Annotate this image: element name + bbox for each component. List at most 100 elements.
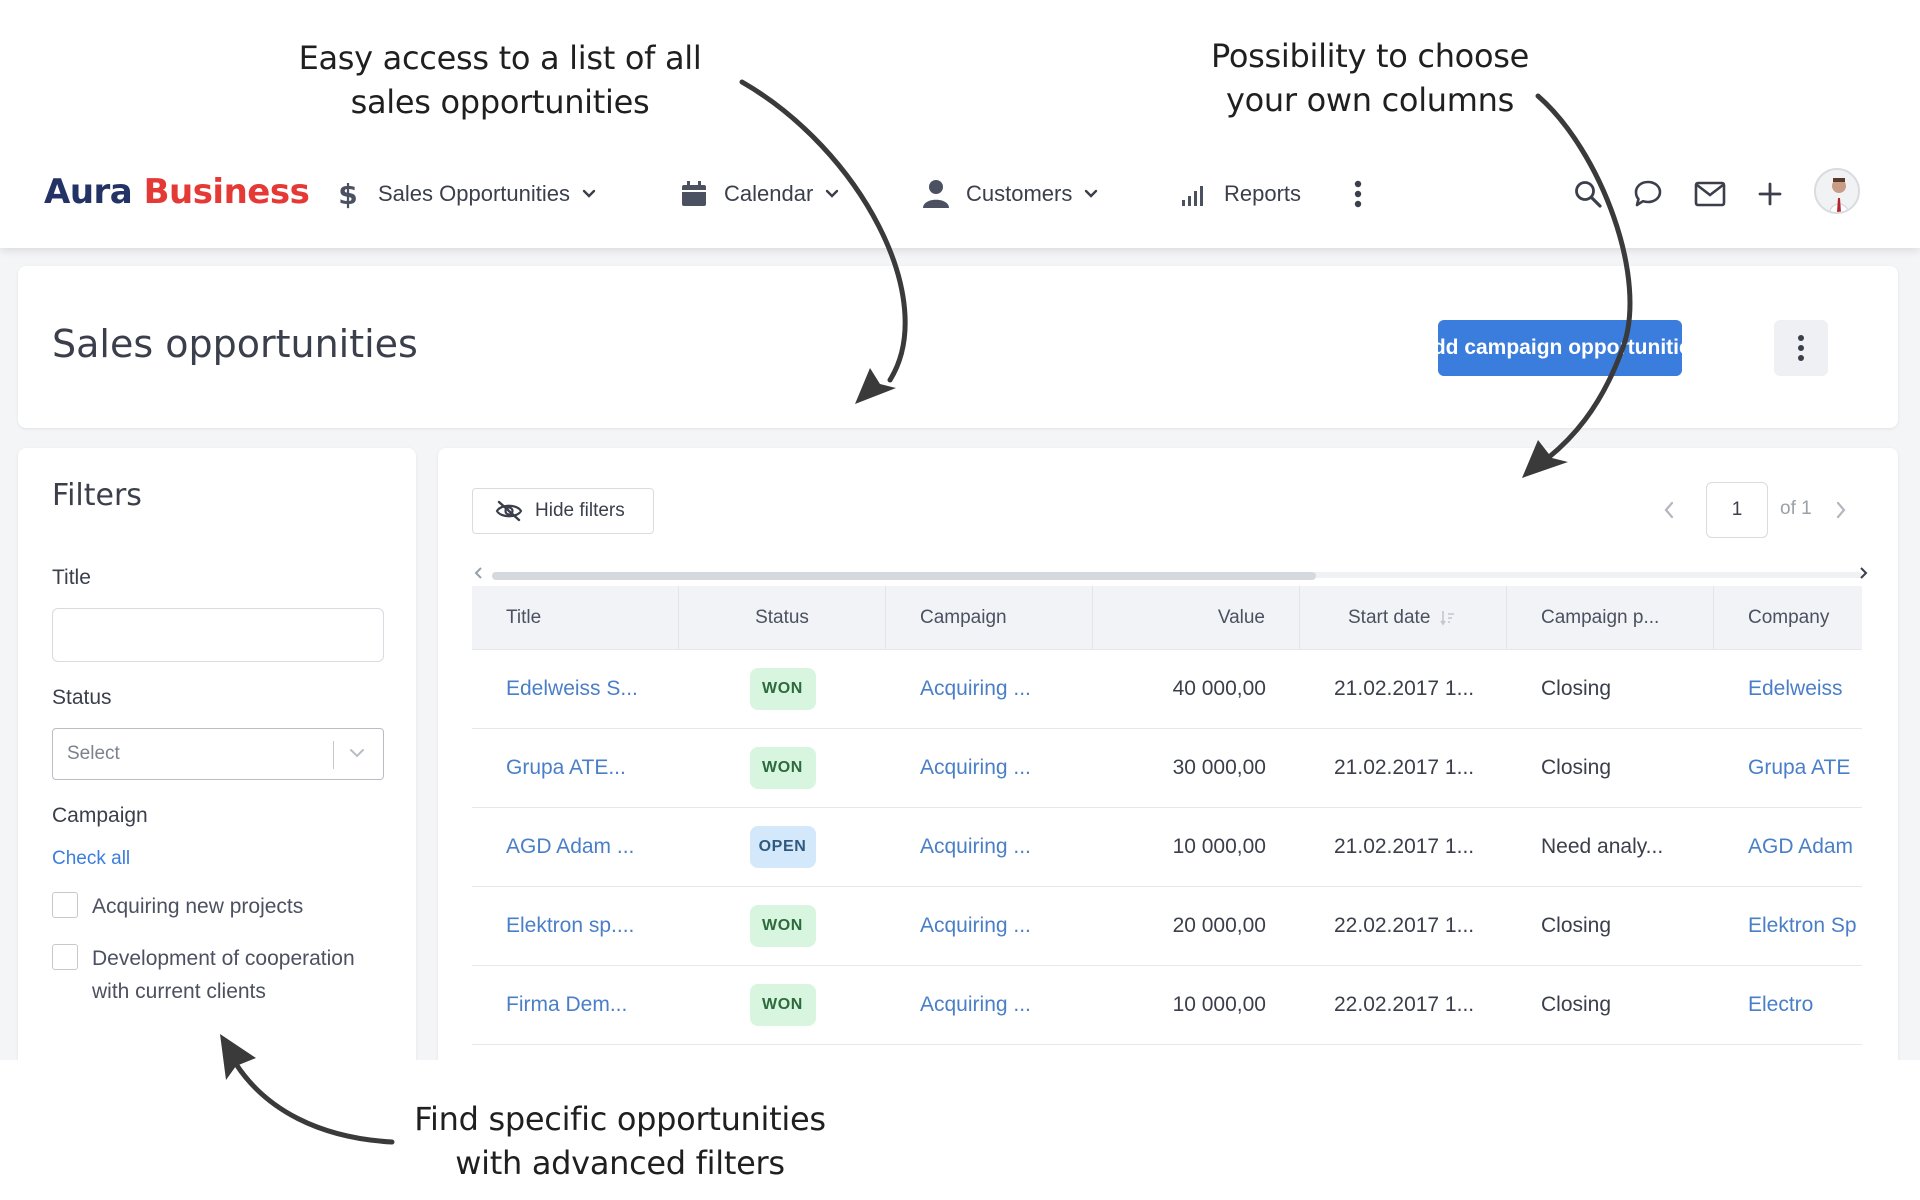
- column-header-label: Status: [755, 606, 809, 628]
- table-row[interactable]: Edelweiss S... WON Acquiring ... 40 000,00 2…: [472, 650, 1862, 729]
- cell-company[interactable]: Elektron Sp: [1714, 887, 1862, 965]
- header-more-button[interactable]: [1774, 320, 1828, 376]
- table-row[interactable]: Grupa ATE... WON Acquiring ... 30 000,00 21.…: [472, 729, 1862, 808]
- hide-filters-button[interactable]: Hide filters: [472, 488, 654, 534]
- cell-title[interactable]: Firma Dem...: [472, 966, 679, 1044]
- more-vertical-icon[interactable]: [1352, 176, 1364, 212]
- check-all-link[interactable]: Check all: [52, 848, 130, 870]
- column-header-campaign[interactable]: Campaign: [886, 586, 1093, 649]
- campaign-link[interactable]: Acquiring ...: [920, 677, 1031, 701]
- select-separator: [333, 741, 334, 769]
- more-vertical-icon: [1798, 335, 1804, 361]
- campaign-checkbox[interactable]: [52, 892, 78, 918]
- company-link[interactable]: AGD Adam: [1748, 835, 1853, 859]
- cell-company[interactable]: Grupa ATE: [1714, 729, 1862, 807]
- cell-company[interactable]: Edelweiss: [1714, 650, 1862, 728]
- opportunity-title-link[interactable]: AGD Adam ...: [506, 835, 634, 859]
- title-filter-label: Title: [52, 566, 91, 589]
- nav-customers[interactable]: Customers: [920, 176, 1098, 212]
- cell-campaign[interactable]: Acquiring ...: [886, 650, 1093, 728]
- add-campaign-opportunities-button[interactable]: Add campaign opportunities: [1418, 320, 1702, 376]
- title-filter-input[interactable]: [52, 608, 384, 662]
- campaign-checkbox[interactable]: [52, 944, 78, 970]
- company-link[interactable]: Electro: [1748, 993, 1813, 1017]
- user-icon: [920, 178, 952, 210]
- page-number-input[interactable]: 1: [1706, 482, 1768, 538]
- cell-status: WON: [679, 887, 886, 965]
- cell-status: WON: [679, 650, 886, 728]
- column-header-company[interactable]: Company: [1714, 586, 1862, 649]
- campaign-option[interactable]: Acquiring new projects: [52, 890, 372, 923]
- opportunity-title-link[interactable]: Grupa ATE...: [506, 756, 626, 780]
- start-date-text: 21.02.2017 1...: [1334, 835, 1475, 858]
- company-link[interactable]: Elektron Sp: [1748, 914, 1857, 938]
- cell-start-date: 21.02.2017 1...: [1300, 729, 1507, 807]
- column-header-label: Campaign: [920, 606, 1007, 628]
- sort-icon[interactable]: [1440, 609, 1456, 627]
- cell-campaign[interactable]: Acquiring ...: [886, 966, 1093, 1044]
- status-filter-label: Status: [52, 686, 112, 709]
- callout-line: Easy access to a list of all: [298, 39, 702, 77]
- nav-sales-opportunities[interactable]: $ Sales Opportunities: [332, 176, 596, 212]
- start-date-text: 21.02.2017 1...: [1334, 677, 1475, 700]
- table-row[interactable]: Firma Dem... WON Acquiring ... 10 000,00 22.…: [472, 966, 1862, 1045]
- cell-company[interactable]: AGD Adam: [1714, 808, 1862, 886]
- cell-start-date: 22.02.2017 1...: [1300, 887, 1507, 965]
- nav-sales-label: Sales Opportunities: [378, 181, 570, 206]
- cell-campaign-phase: Need analy...: [1507, 808, 1714, 886]
- campaign-link[interactable]: Acquiring ...: [920, 993, 1031, 1017]
- opportunity-title-link[interactable]: Elektron sp....: [506, 914, 634, 938]
- search-icon[interactable]: [1572, 178, 1604, 210]
- campaign-option[interactable]: Development of cooperation with current …: [52, 942, 372, 1008]
- calendar-icon: [678, 178, 710, 210]
- opportunity-title-link[interactable]: Firma Dem...: [506, 993, 627, 1017]
- cell-title[interactable]: AGD Adam ...: [472, 808, 679, 886]
- scroll-right-arrow[interactable]: [1858, 566, 1868, 585]
- nav-reports[interactable]: Reports: [1178, 176, 1301, 212]
- column-header-title[interactable]: Title: [472, 586, 679, 649]
- column-header-start-date[interactable]: Start date: [1300, 586, 1507, 649]
- campaign-link[interactable]: Acquiring ...: [920, 835, 1031, 859]
- cell-campaign[interactable]: Acquiring ...: [886, 808, 1093, 886]
- campaign-link[interactable]: Acquiring ...: [920, 756, 1031, 780]
- column-header-campaign-phase[interactable]: Campaign p...: [1507, 586, 1714, 649]
- scrollbar-thumb[interactable]: [492, 572, 1316, 580]
- cell-title[interactable]: Elektron sp....: [472, 887, 679, 965]
- table-row[interactable]: AGD Adam ... OPEN Acquiring ... 10 000,00 21…: [472, 808, 1862, 887]
- table-header-row: Title Status Campaign Value Start date C…: [472, 586, 1862, 650]
- opportunity-title-link[interactable]: Edelweiss S...: [506, 677, 638, 701]
- column-header-status[interactable]: Status: [679, 586, 886, 649]
- cell-start-date: 22.02.2017 1...: [1300, 966, 1507, 1044]
- cell-status: OPEN: [679, 808, 886, 886]
- callout-choose-columns: Possibility to choose your own columns: [1185, 34, 1555, 122]
- campaign-link[interactable]: Acquiring ...: [920, 914, 1031, 938]
- start-date-text: 21.02.2017 1...: [1334, 756, 1475, 779]
- brand-logo[interactable]: Aura Business: [44, 172, 310, 212]
- cell-company[interactable]: Electro: [1714, 966, 1862, 1044]
- status-badge: WON: [749, 747, 816, 789]
- filters-panel: Filters Title Status Select Campaign Che…: [18, 448, 416, 1060]
- cell-status: WON: [679, 966, 886, 1044]
- company-link[interactable]: Grupa ATE: [1748, 756, 1850, 780]
- company-link[interactable]: Edelweiss: [1748, 677, 1843, 701]
- scroll-left-arrow[interactable]: [474, 566, 484, 585]
- status-filter-select[interactable]: Select: [52, 728, 384, 780]
- cell-start-date: 21.02.2017 1...: [1300, 650, 1507, 728]
- nav-calendar[interactable]: Calendar: [678, 176, 839, 212]
- cell-title[interactable]: Edelweiss S...: [472, 650, 679, 728]
- cell-campaign[interactable]: Acquiring ...: [886, 887, 1093, 965]
- column-header-value[interactable]: Value: [1093, 586, 1300, 649]
- value-text: 20 000,00: [1172, 914, 1266, 937]
- opportunities-table-card: Hide filters 1 of 1 Title Status Campaig…: [438, 448, 1898, 1060]
- chevron-left-icon[interactable]: [1662, 500, 1676, 525]
- plus-icon[interactable]: [1754, 178, 1786, 210]
- avatar[interactable]: [1814, 168, 1860, 214]
- table-row[interactable]: Elektron sp.... WON Acquiring ... 20 000,00…: [472, 887, 1862, 966]
- chat-icon[interactable]: [1632, 178, 1664, 210]
- cell-value: 10 000,00: [1093, 808, 1300, 886]
- filters-title: Filters: [52, 478, 142, 513]
- chevron-right-icon[interactable]: [1834, 500, 1848, 525]
- cell-title[interactable]: Grupa ATE...: [472, 729, 679, 807]
- mail-icon[interactable]: [1694, 178, 1726, 210]
- cell-campaign[interactable]: Acquiring ...: [886, 729, 1093, 807]
